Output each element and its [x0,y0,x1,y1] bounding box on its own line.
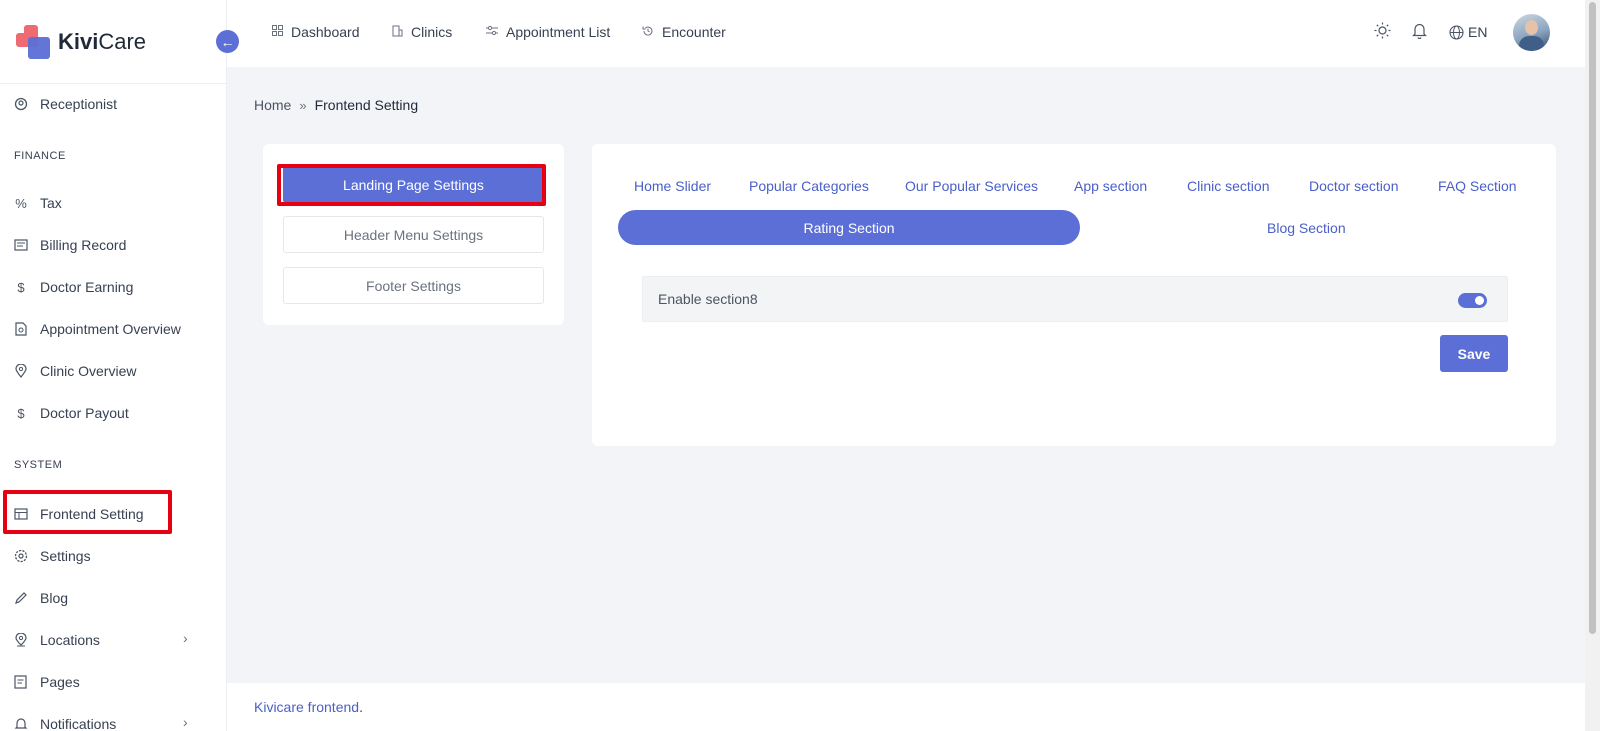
sidebar-item-settings[interactable]: Settings [14,546,91,566]
footer-suffix: . [359,699,363,715]
footer-settings-button[interactable]: Footer Settings [283,267,544,304]
sidebar-item-clinic-overview[interactable]: Clinic Overview [14,361,136,381]
tab-faq-section[interactable]: FAQ Section [1438,178,1517,194]
sidebar-item-appointment-overview[interactable]: Appointment Overview [14,319,181,339]
globe-icon [1449,24,1464,40]
sidebar-item-doctor-earning[interactable]: $ Doctor Earning [14,277,133,297]
location-pin-icon [14,364,28,378]
sidebar-item-label: Pages [40,674,80,690]
landing-page-settings-card: Home Slider Popular Categories Our Popul… [592,144,1556,446]
highlight-box-frontend-setting [3,490,172,534]
sidebar-item-pages[interactable]: Pages [14,672,80,692]
sidebar-item-label: Doctor Earning [40,279,134,295]
sidebar-item-billing-record[interactable]: Billing Record [14,235,126,255]
percent-icon: % [15,195,27,211]
topbar: Dashboard Clinics Appointment List Encou… [227,0,1585,67]
tab-app-section[interactable]: App section [1074,178,1147,194]
breadcrumb-current: Frontend Setting [314,97,419,113]
topnav-label: Clinics [411,24,453,40]
tab-home-slider[interactable]: Home Slider [634,178,711,194]
dollar-icon: $ [17,279,25,295]
document-icon [14,322,28,336]
chevron-right-icon[interactable]: › [183,714,188,730]
tab-blog-section[interactable]: Blog Section [1267,220,1346,236]
grid-icon [272,25,283,39]
sidebar-collapse-button[interactable]: ← [216,30,239,53]
brand-name: KiviCare [58,28,147,54]
footer-link[interactable]: Kivicare frontend [254,699,359,715]
avatar[interactable] [1513,14,1550,51]
arrow-left-icon: ← [220,33,235,50]
language-label: EN [1468,24,1488,40]
sidebar-item-blog[interactable]: Blog [14,588,68,608]
sidebar-item-label: Settings [40,548,91,564]
enable-section-label: Enable section8 [658,291,758,307]
gear-icon [14,549,28,563]
highlight-box-landing-page-settings [277,164,546,206]
history-icon [642,25,654,40]
header-menu-settings-button[interactable]: Header Menu Settings [283,216,544,253]
scrollbar-thumb[interactable] [1589,2,1596,634]
sliders-icon [486,25,498,39]
location-pin-icon [14,633,28,647]
topnav-encounter[interactable]: Encounter [642,24,726,40]
enable-section-row: Enable section8 [642,276,1508,322]
tab-rating-section[interactable]: Rating Section [618,210,1080,245]
topnav-label: Encounter [662,24,726,40]
tab-our-popular-services[interactable]: Our Popular Services [905,178,1038,194]
footer: Kivicare frontend. [227,683,1585,731]
enable-section-toggle[interactable] [1458,293,1487,308]
chevron-right-icon[interactable]: › [183,630,188,646]
bell-icon[interactable] [1412,22,1427,44]
sidebar-item-label: Blog [40,590,69,606]
save-button[interactable]: Save [1440,335,1508,372]
sidebar-item-label: Notifications [40,716,117,731]
kivicare-logo-icon [16,24,50,59]
sidebar-item-notifications[interactable]: Notifications [14,714,116,731]
language-selector[interactable]: EN [1449,24,1487,40]
double-chevron-right-icon: » [299,97,307,113]
sidebar-item-label: Tax [40,195,62,211]
breadcrumb-home[interactable]: Home [254,97,291,113]
sidebar-item-tax[interactable]: % Tax [14,193,62,213]
sidebar-item-label: Appointment Overview [40,321,181,337]
dollar-icon: $ [17,405,25,421]
topnav-label: Appointment List [506,24,611,40]
sidebar-item-locations[interactable]: Locations [14,630,100,650]
tab-popular-categories[interactable]: Popular Categories [749,178,869,194]
sidebar-item-label: Billing Record [40,237,127,253]
sidebar-item-label: Clinic Overview [40,363,137,379]
billing-icon [14,238,28,252]
receptionist-icon [14,97,28,111]
sidebar-section-finance: FINANCE [14,150,66,162]
topnav-dashboard[interactable]: Dashboard [272,24,360,40]
sidebar-item-receptionist[interactable]: Receptionist [14,94,117,114]
tab-doctor-section[interactable]: Doctor section [1309,178,1398,194]
sidebar-item-doctor-payout[interactable]: $ Doctor Payout [14,403,129,423]
page-scrollbar[interactable] [1585,0,1600,731]
building-icon [392,25,403,40]
topnav-appointment-list[interactable]: Appointment List [486,24,610,40]
sidebar-item-label: Receptionist [40,96,118,112]
topnav-clinics[interactable]: Clinics [392,24,452,40]
bell-icon [14,717,28,731]
settings-menu-card: Landing Page Settings Header Menu Settin… [263,144,564,325]
sidebar-section-system: SYSTEM [14,459,63,471]
sun-icon[interactable] [1374,22,1391,44]
pencil-icon [14,591,28,605]
tab-clinic-section[interactable]: Clinic section [1187,178,1269,194]
sidebar: KiviCare Receptionist FINANCE % Tax Bill… [0,0,227,731]
sidebar-item-label: Doctor Payout [40,405,129,421]
breadcrumb: Home » Frontend Setting [254,97,418,113]
sidebar-item-label: Locations [40,632,100,648]
topnav-label: Dashboard [291,24,360,40]
brand[interactable]: KiviCare [0,0,226,84]
pages-icon [14,675,28,689]
